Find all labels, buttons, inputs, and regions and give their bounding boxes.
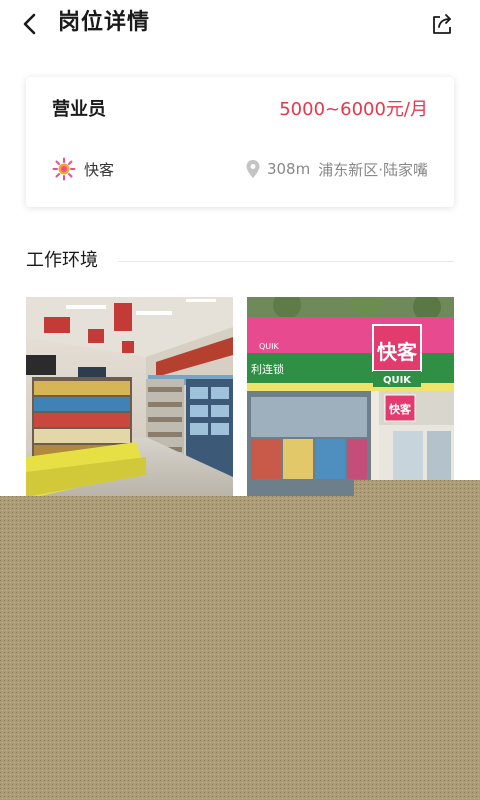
sign-brand-text: QUIK xyxy=(383,375,412,386)
store-front-image: 快客 QUIK 利连锁 QUIK 快客 xyxy=(247,297,454,497)
company-logo-icon xyxy=(52,157,76,181)
company-info[interactable]: 快客 xyxy=(52,157,114,181)
job-title: 营业员 xyxy=(52,99,106,120)
address: 浦东新区·陆家嘴 xyxy=(318,160,428,179)
job-summary-card[interactable]: 营业员 5000~6000元/月 快客 308m 浦东新区·陆家嘴 xyxy=(26,77,454,207)
page-title: 岗位详情 xyxy=(58,10,151,35)
store-interior-image xyxy=(26,297,233,497)
chevron-left-icon xyxy=(23,13,36,35)
salary: 5000~6000元/月 xyxy=(279,99,428,120)
small-sign-text: 快客 xyxy=(388,402,412,416)
sign-text-kuaike: 快客 xyxy=(377,340,418,364)
sign-brand-text-left: QUIK xyxy=(259,342,280,351)
store-interior-photo[interactable] xyxy=(26,297,233,497)
dotted-overlay-panel xyxy=(0,480,480,800)
share-button[interactable] xyxy=(426,8,458,40)
company-name: 快客 xyxy=(84,160,115,179)
sign-chain-text: 利连锁 xyxy=(251,362,284,376)
store-front-photo[interactable]: 快客 QUIK 利连锁 QUIK 快客 xyxy=(247,297,454,497)
top-bar: 岗位详情 xyxy=(0,0,480,48)
location-pin-icon xyxy=(246,160,260,178)
share-icon xyxy=(433,14,451,34)
location-info[interactable]: 308m 浦东新区·陆家嘴 xyxy=(245,157,428,181)
work-environment-title: 工作环境 xyxy=(26,250,98,271)
section-divider xyxy=(118,261,454,262)
distance: 308m xyxy=(266,160,311,178)
back-button[interactable] xyxy=(14,8,46,40)
